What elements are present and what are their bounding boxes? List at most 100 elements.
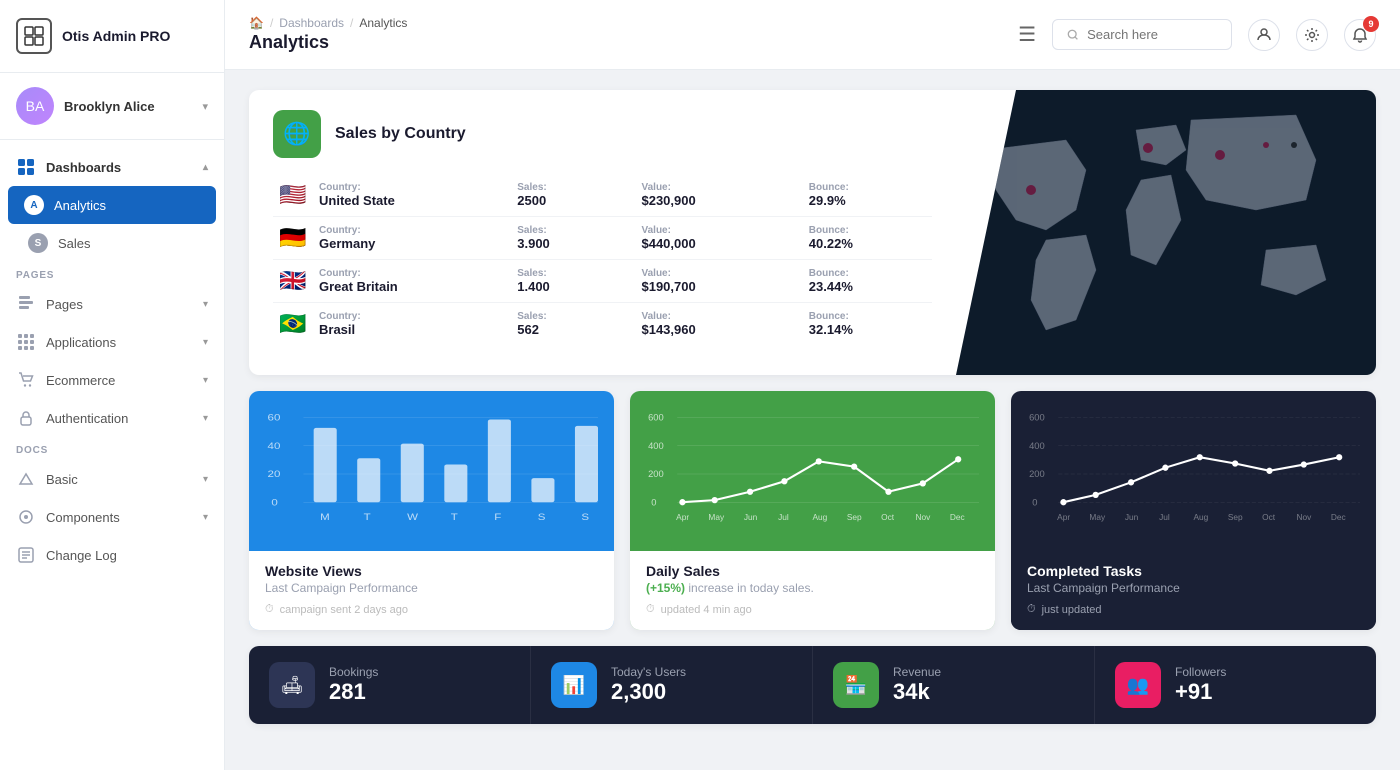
table-row: 🇺🇸 Country: United State Sales: 2500 Val… [273, 174, 932, 217]
stat-icon: 🏪 [833, 662, 879, 708]
svg-text:0: 0 [1032, 496, 1037, 507]
authentication-label: Authentication [46, 411, 128, 426]
svg-text:Oct: Oct [881, 512, 895, 522]
breadcrumb-sep1: / [270, 16, 273, 30]
svg-text:Sep: Sep [1228, 512, 1243, 522]
daily-sales-title-text: Daily Sales [646, 563, 720, 579]
completed-tasks-footer: ⏱ just updated [1027, 603, 1360, 616]
breadcrumb-analytics: Analytics [359, 16, 407, 30]
settings-icon[interactable] [1296, 19, 1328, 51]
charts-row: 60 40 20 0 M T [249, 391, 1376, 630]
topbar-left: 🏠 / Dashboards / Analytics Analytics [249, 16, 990, 53]
table-row: 🇩🇪 Country: Germany Sales: 3.900 Value: … [273, 217, 932, 260]
sidebar-item-changelog[interactable]: Change Log [0, 536, 224, 574]
svg-text:Nov: Nov [916, 512, 932, 522]
main-content: 🏠 / Dashboards / Analytics Analytics ☰ [225, 0, 1400, 770]
stat-info: Followers +91 [1175, 665, 1226, 705]
stat-info: Revenue 34k [893, 665, 941, 705]
svg-text:Aug: Aug [813, 512, 828, 522]
page-title: Analytics [249, 32, 329, 52]
stat-label: Today's Users [611, 665, 686, 679]
stat-value: 2,300 [611, 679, 686, 705]
svg-text:20: 20 [268, 469, 281, 480]
topbar-right: 9 [1052, 19, 1376, 51]
notifications-icon[interactable]: 9 [1344, 19, 1376, 51]
svg-text:600: 600 [648, 412, 664, 423]
stat-icon: 👥 [1115, 662, 1161, 708]
sidebar-item-sales[interactable]: S Sales [0, 224, 224, 262]
sidebar-item-applications[interactable]: Applications ▾ [0, 323, 224, 361]
svg-text:60: 60 [268, 413, 281, 424]
profile-icon[interactable] [1248, 19, 1280, 51]
svg-text:T: T [451, 512, 459, 523]
ecommerce-chevron-icon: ▾ [203, 375, 208, 386]
completed-tasks-card: 600 400 200 0 Apr [1011, 391, 1376, 630]
stat-value: 34k [893, 679, 941, 705]
website-views-footer-text: campaign sent 2 days ago [280, 604, 408, 616]
country-table: 🇺🇸 Country: United State Sales: 2500 Val… [273, 174, 932, 345]
search-box[interactable] [1052, 19, 1232, 50]
daily-sales-svg: 600 400 200 0 [646, 407, 979, 543]
svg-text:Jul: Jul [1159, 512, 1170, 522]
sidebar-logo-text: Otis Admin PRO [62, 28, 170, 44]
sales-country-card: 🌐 Sales by Country 🇺🇸 Country: United St… [249, 90, 1376, 375]
sidebar-item-analytics[interactable]: A Analytics [8, 186, 216, 224]
svg-text:200: 200 [648, 468, 664, 479]
sidebar-item-basic[interactable]: Basic ▾ [0, 460, 224, 498]
components-icon [16, 507, 36, 527]
sidebar-item-pages[interactable]: Pages ▾ [0, 285, 224, 323]
svg-text:Oct: Oct [1262, 512, 1276, 522]
daily-sales-info: Daily Sales (+15%) increase in today sal… [630, 551, 995, 630]
svg-text:Jul: Jul [778, 512, 789, 522]
svg-text:Jun: Jun [1125, 512, 1139, 522]
bar-chart-svg: 60 40 20 0 M T [265, 407, 598, 543]
sidebar-item-ecommerce[interactable]: Ecommerce ▾ [0, 361, 224, 399]
breadcrumb: 🏠 / Dashboards / Analytics [249, 16, 990, 30]
dashboards-chevron-icon: ▴ [203, 162, 208, 173]
pages-icon [16, 294, 36, 314]
svg-text:W: W [407, 512, 418, 523]
basic-label: Basic [46, 472, 78, 487]
world-map-area [956, 90, 1376, 375]
search-input[interactable] [1087, 27, 1217, 42]
daily-sales-subtitle: (+15%) increase in today sales. [646, 581, 979, 595]
stat-label: Bookings [329, 665, 378, 679]
docs-section-label: DOCS [0, 437, 224, 460]
sidebar-logo: Otis Admin PRO [0, 0, 224, 73]
stat-label: Revenue [893, 665, 941, 679]
svg-text:Jun: Jun [744, 512, 758, 522]
svg-text:Dec: Dec [950, 512, 965, 522]
daily-sales-footer: ⏱ updated 4 min ago [646, 603, 979, 616]
completed-tasks-info: Completed Tasks Last Campaign Performanc… [1011, 551, 1376, 630]
world-map-svg [956, 90, 1376, 370]
svg-text:0: 0 [651, 496, 656, 507]
sidebar-item-authentication[interactable]: Authentication ▾ [0, 399, 224, 437]
authentication-icon [16, 408, 36, 428]
applications-chevron-icon: ▾ [203, 337, 208, 348]
sidebar-user[interactable]: BA Brooklyn Alice ▾ [0, 73, 224, 140]
sales-country-icon: 🌐 [273, 110, 321, 158]
completed-tasks-chart: 600 400 200 0 Apr [1011, 391, 1376, 551]
stat-info: Bookings 281 [329, 665, 378, 705]
sidebar-navigation: Dashboards ▴ A Analytics S Sales PAGES P… [0, 140, 224, 770]
content-area: 🌐 Sales by Country 🇺🇸 Country: United St… [225, 70, 1400, 770]
svg-text:May: May [1089, 512, 1106, 522]
stat-item: 📊 Today's Users 2,300 [531, 646, 813, 724]
notification-badge: 9 [1363, 16, 1379, 32]
sidebar-item-dashboards[interactable]: Dashboards ▴ [0, 148, 224, 186]
svg-text:400: 400 [648, 440, 664, 451]
stat-value: +91 [1175, 679, 1226, 705]
svg-text:M: M [320, 512, 330, 523]
changelog-icon [16, 545, 36, 565]
basic-icon [16, 469, 36, 489]
stats-row: 🛋 Bookings 281 📊 Today's Users 2,300 🏪 R… [249, 646, 1376, 724]
applications-icon [16, 332, 36, 352]
website-views-chart: 60 40 20 0 M T [249, 391, 614, 551]
svg-text:Aug: Aug [1194, 512, 1209, 522]
svg-text:May: May [708, 512, 725, 522]
website-views-footer: ⏱ campaign sent 2 days ago [265, 603, 598, 616]
svg-text:200: 200 [1029, 468, 1045, 479]
avatar: BA [16, 87, 54, 125]
hamburger-icon[interactable]: ☰ [1018, 22, 1036, 47]
sidebar-item-components[interactable]: Components ▾ [0, 498, 224, 536]
